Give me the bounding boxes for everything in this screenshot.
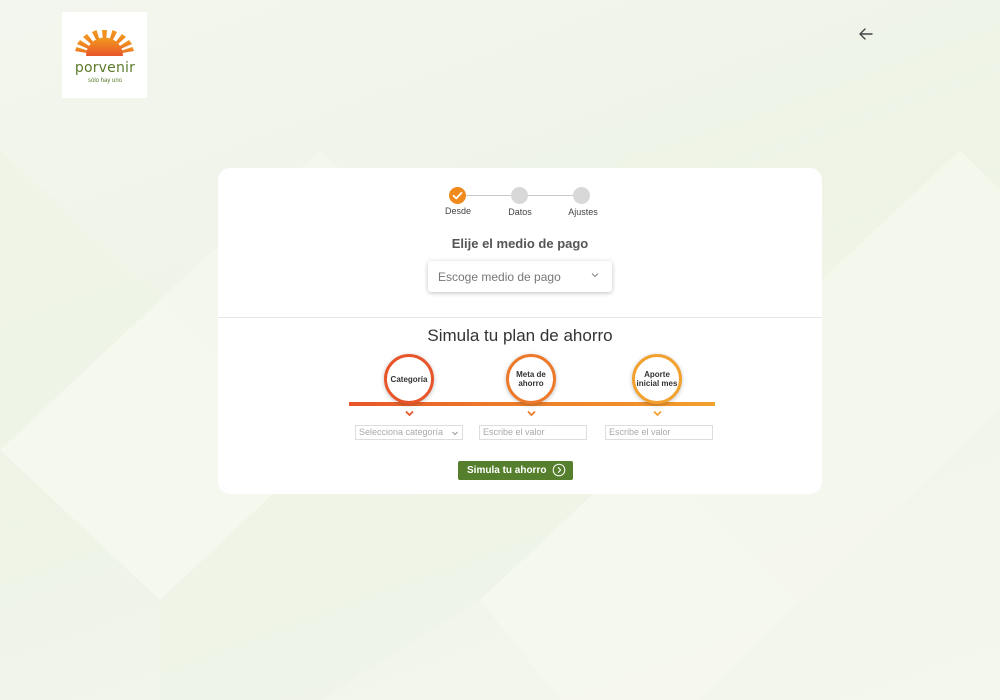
category-select-placeholder: Selecciona categoría xyxy=(359,427,444,437)
initial-contribution-circle: Aporte inicial mes xyxy=(632,354,682,404)
savings-goal-circle: Meta de ahorro xyxy=(506,354,556,404)
brand-name: porvenir xyxy=(74,60,136,76)
chevron-down-icon xyxy=(591,273,599,278)
payment-method-select[interactable]: Escoge medio de pago xyxy=(428,261,612,292)
step-label-ajustes: Ajustes xyxy=(568,207,598,217)
simulator-title: Simula tu plan de ahorro xyxy=(427,326,613,345)
step-label-datos: Datos xyxy=(508,207,532,217)
savings-goal-input[interactable]: Escribe el valor xyxy=(479,425,587,440)
category-circle: Categoría xyxy=(384,354,434,404)
porvenir-logo: porvenir sólo hay uno xyxy=(62,12,147,98)
chevron-down-icon xyxy=(452,431,458,436)
check-icon xyxy=(452,191,463,200)
savings-goal-circle-label: Meta de ahorro xyxy=(516,370,546,388)
chevron-down-icon xyxy=(405,410,414,417)
progress-stepper: Desde Datos Ajustes xyxy=(218,168,822,228)
payment-select-placeholder: Escoge medio de pago xyxy=(438,270,561,284)
chevron-down-icon xyxy=(653,410,662,417)
savings-card: Desde Datos Ajustes Elije el medio de pa… xyxy=(218,168,822,494)
step-datos-dot[interactable] xyxy=(511,187,528,204)
arrow-left-icon xyxy=(859,28,873,40)
sun-logo-icon xyxy=(75,30,134,56)
chevron-down-icon xyxy=(527,410,536,417)
chevron-right-circle-icon xyxy=(552,463,566,477)
simulate-savings-button[interactable]: Simula tu ahorro xyxy=(458,461,573,480)
section-divider xyxy=(218,317,822,318)
category-circle-label: Categoría xyxy=(390,374,428,384)
initial-contribution-input[interactable]: Escribe el valor xyxy=(605,425,713,440)
step-desde-dot[interactable] xyxy=(449,187,466,204)
category-select[interactable]: Selecciona categoría xyxy=(355,425,463,440)
initial-contribution-circle-label: Aporte inicial mes xyxy=(636,370,678,388)
savings-goal-placeholder: Escribe el valor xyxy=(483,427,545,437)
initial-contribution-placeholder: Escribe el valor xyxy=(609,427,671,437)
back-button[interactable] xyxy=(855,24,877,44)
step-label-desde: Desde xyxy=(444,206,471,216)
brand-tagline: sólo hay uno xyxy=(87,78,123,84)
simulate-savings-label: Simula tu ahorro xyxy=(467,465,547,476)
payment-title: Elije el medio de pago xyxy=(451,236,589,251)
step-ajustes-dot[interactable] xyxy=(573,187,590,204)
